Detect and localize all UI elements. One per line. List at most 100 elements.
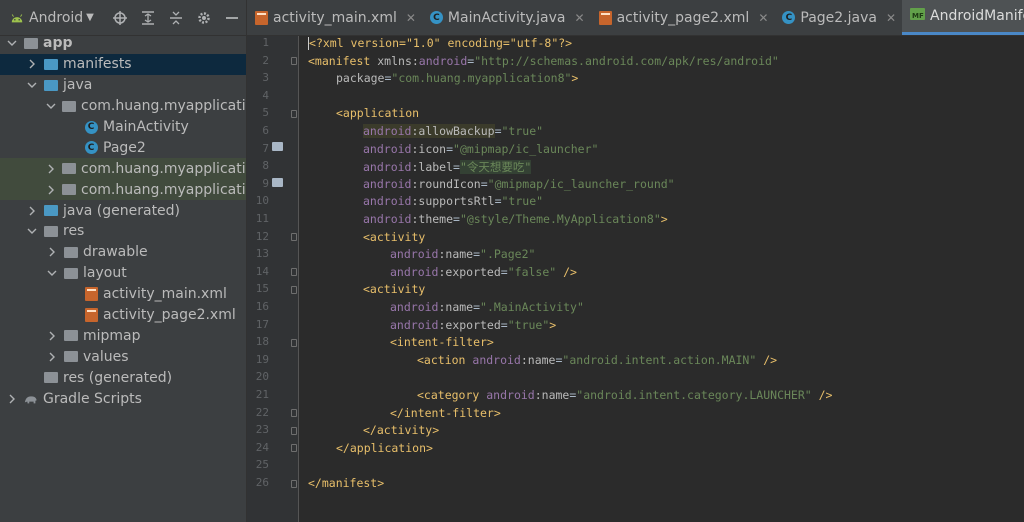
chevron-right-icon[interactable] [46, 330, 58, 342]
code-token: = [453, 212, 460, 226]
tab-androidmanifest-xml[interactable]: MF AndroidManifest.xml ✕ [902, 0, 1024, 35]
code-editor[interactable]: <?xml version="1.0" encoding="utf-8"?> <… [300, 36, 1024, 522]
chevron-down-icon[interactable] [46, 100, 56, 112]
code-token: > [660, 212, 668, 226]
code-token: <manifest [308, 53, 378, 68]
code-line: android:supportsRtl="true" [308, 194, 543, 208]
chevron-down-icon[interactable] [46, 267, 58, 279]
expand-all-icon[interactable] [141, 10, 155, 26]
line-number: 4 [262, 88, 269, 102]
xml-icon [255, 10, 268, 25]
line-number: 3 [262, 71, 269, 85]
tree-item-page2[interactable]: C Page2 [0, 137, 246, 158]
code-token: package [336, 71, 385, 86]
code-token: = [500, 264, 508, 279]
chevron-down-icon[interactable]: ▼ [86, 12, 94, 23]
tree-item-package[interactable]: com.huang.myapplication8 [0, 96, 246, 117]
project-view-selector[interactable]: Android [29, 10, 83, 26]
tree-item-mipmap[interactable]: mipmap [0, 325, 246, 346]
tree-item-values[interactable]: values [0, 346, 246, 367]
chevron-right-icon[interactable] [46, 351, 58, 363]
tab-mainactivity-java[interactable]: C MainActivity.java ✕ [422, 0, 591, 35]
code-line: <intent-filter> [308, 335, 494, 349]
fold-icon[interactable] [291, 409, 297, 417]
close-icon[interactable]: ✕ [406, 11, 416, 25]
tree-item-mainactivity[interactable]: C MainActivity [0, 117, 246, 138]
fold-icon[interactable] [291, 286, 297, 294]
tree-item-label: drawable [83, 244, 148, 261]
editor-area: activity_main.xml ✕ C MainActivity.java … [247, 0, 1024, 522]
tree-item-java[interactable]: java [0, 75, 246, 96]
code-token: ?xml version="1.0" encoding="utf-8"?> [315, 36, 573, 50]
line-number: 16 [255, 300, 269, 313]
code-line: android:exported="false" /> [308, 265, 577, 279]
collapse-all-icon[interactable] [169, 10, 183, 26]
tree-item-app[interactable]: app [0, 33, 246, 54]
tree-item-package[interactable]: com.huang.myapplication8 [0, 179, 246, 201]
code-line: <activity [308, 282, 425, 296]
code-token: android [363, 176, 412, 191]
fold-icon[interactable] [291, 57, 297, 65]
tree-item-label: Gradle Scripts [43, 390, 142, 407]
tab-label: activity_page2.xml [616, 9, 750, 26]
code-line: package="com.huang.myapplication8"> [308, 71, 578, 85]
chevron-down-icon[interactable] [26, 225, 38, 237]
tree-item-activity-page2-xml[interactable]: activity_page2.xml [0, 305, 246, 326]
tree-item-java-generated[interactable]: java (generated) [0, 200, 246, 221]
tree-item-label: com.huang.myapplication8 [81, 160, 246, 177]
tab-page2-java[interactable]: C Page2.java ✕ [774, 0, 902, 35]
chevron-down-icon[interactable] [26, 79, 38, 91]
fold-icon[interactable] [291, 444, 297, 452]
line-number: 26 [255, 476, 269, 489]
chevron-down-icon[interactable] [6, 37, 18, 49]
chevron-right-icon[interactable] [46, 163, 56, 175]
code-token: = [494, 124, 502, 138]
fold-icon[interactable] [291, 233, 297, 241]
code-token: "android.intent.action.MAIN" [562, 352, 757, 367]
code-line: <action android:name="android.intent.act… [308, 353, 777, 367]
fold-icon[interactable] [291, 268, 297, 276]
tree-item-activity-main-xml[interactable]: activity_main.xml [0, 284, 246, 305]
image-preview-icon[interactable] [272, 178, 283, 187]
code-token: "http://schemas.android.com/apk/res/andr… [474, 53, 779, 68]
chevron-right-icon[interactable] [46, 184, 56, 196]
code-line: android:name=".MainActivity" [308, 300, 584, 314]
close-icon[interactable]: ✕ [575, 11, 585, 25]
line-number: 10 [255, 194, 269, 208]
tab-activity-main-xml[interactable]: activity_main.xml ✕ [247, 0, 422, 35]
image-preview-icon[interactable] [272, 142, 283, 151]
folder-icon [44, 204, 58, 218]
tab-activity-page2-xml[interactable]: activity_page2.xml ✕ [591, 0, 775, 35]
chevron-right-icon[interactable] [26, 58, 38, 70]
chevron-right-icon[interactable] [6, 393, 18, 405]
minimize-icon[interactable] [225, 10, 239, 26]
chevron-right-icon[interactable] [46, 246, 58, 258]
close-icon[interactable]: ✕ [886, 11, 896, 25]
tree-item-gradle-scripts[interactable]: Gradle Scripts [0, 388, 246, 409]
line-number: 24 [255, 440, 269, 454]
tree-item-package[interactable]: com.huang.myapplication8 [0, 158, 246, 180]
code-token: <category [417, 388, 487, 402]
line-number: 15 [255, 282, 269, 296]
chevron-right-icon[interactable] [26, 205, 38, 217]
code-token: android [390, 300, 439, 314]
tree-item-label: activity_main.xml [103, 286, 227, 303]
fold-icon[interactable] [291, 480, 297, 488]
gear-icon[interactable] [197, 10, 211, 26]
tree-item-label: Page2 [103, 139, 146, 156]
close-icon[interactable]: ✕ [758, 11, 768, 25]
fold-icon[interactable] [291, 339, 297, 347]
tree-item-drawable[interactable]: drawable [0, 242, 246, 263]
tree-item-label: res [63, 223, 85, 240]
fold-icon[interactable] [291, 427, 297, 435]
locate-file-icon[interactable] [112, 10, 127, 26]
fold-icon[interactable] [291, 110, 297, 118]
tree-item-manifests[interactable]: manifests [0, 53, 246, 75]
line-number: 22 [255, 405, 269, 419]
tree-item-res[interactable]: res [0, 221, 246, 242]
code-line: </activity> [308, 423, 439, 437]
tree-item-res-generated[interactable]: res (generated) [0, 367, 246, 388]
tree-item-layout[interactable]: layout [0, 263, 246, 284]
code-token: = [480, 176, 488, 191]
xml-icon [598, 10, 612, 25]
